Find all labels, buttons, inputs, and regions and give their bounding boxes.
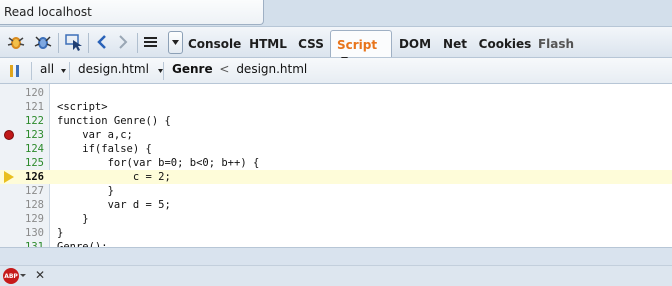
line-number[interactable]: 126: [18, 170, 44, 184]
breakpoint-icon[interactable]: [4, 130, 14, 140]
tab-flash[interactable]: Flash: [536, 30, 576, 57]
close-icon[interactable]: ✕: [35, 268, 45, 282]
line-number[interactable]: 128: [18, 198, 44, 212]
tab-css[interactable]: CSS: [294, 30, 328, 57]
tab-html[interactable]: HTML: [246, 30, 290, 57]
chevron-down-icon[interactable]: [20, 274, 26, 277]
status-bar: ABP ✕: [0, 247, 672, 286]
line-number[interactable]: 131: [18, 240, 44, 247]
file-dropdown[interactable]: design.html: [78, 62, 163, 80]
line-number[interactable]: 124: [18, 142, 44, 156]
filter-dropdown[interactable]: all: [40, 62, 66, 80]
line-number[interactable]: 121: [18, 100, 44, 114]
tab-cookies-label: Cookies: [478, 37, 532, 51]
toolbar-divider: [137, 33, 138, 53]
firebug-icon[interactable]: [6, 32, 26, 52]
tab-net-label: Net: [443, 37, 467, 51]
tab-console-label: Console: [188, 37, 242, 51]
code-text: }: [57, 213, 89, 225]
inspect-bug-icon[interactable]: [33, 32, 53, 52]
tab-dom-label: DOM: [398, 37, 432, 51]
panel-menu-button[interactable]: [168, 31, 183, 54]
close-label: ✕: [35, 268, 46, 282]
tab-flash-label: Flash: [537, 37, 575, 51]
script-subtoolbar: all design.html Genre < design.html: [0, 58, 672, 84]
tab-dom[interactable]: DOM: [396, 30, 434, 57]
list-menu-icon[interactable]: [141, 32, 161, 52]
toolbar-divider: [163, 62, 164, 80]
code-text: if(false) {: [57, 143, 152, 155]
source-view[interactable]: 120 121 <script> 122 function Genre() {123 v…: [0, 84, 672, 247]
code-line[interactable]: 131 Genre();: [0, 240, 672, 247]
code-line[interactable]: 120: [0, 86, 672, 100]
code-text: for(var b=0; b<0; b++) {: [57, 157, 260, 169]
tab-css-label: CSS: [298, 37, 324, 51]
breadcrumb-separator: <: [219, 62, 230, 76]
filter-value: all: [40, 62, 55, 76]
breadcrumb-file[interactable]: design.html: [236, 62, 307, 76]
breadcrumb-function[interactable]: Genre: [172, 62, 213, 76]
code-text: function Genre() {: [57, 115, 171, 127]
code-line[interactable]: 122 function Genre() {: [0, 114, 672, 128]
pointer-select-icon[interactable]: [64, 32, 84, 52]
code-line[interactable]: 126 c = 2;: [0, 170, 672, 184]
chevron-down-icon: [60, 69, 66, 73]
file-value: design.html: [78, 62, 149, 76]
code-text: var d = 5;: [57, 199, 171, 211]
back-arrow-icon[interactable]: [92, 32, 112, 52]
pause-icon[interactable]: [6, 61, 26, 81]
code-line[interactable]: 128 var d = 5;: [0, 198, 672, 212]
line-number[interactable]: 129: [18, 212, 44, 226]
line-number[interactable]: 130: [18, 226, 44, 240]
code-line[interactable]: 127 }: [0, 184, 672, 198]
tab-script-label: Script: [337, 38, 378, 52]
code-text: <script>: [57, 101, 108, 113]
code-text: var a,c;: [57, 129, 133, 141]
code-text: }: [57, 185, 114, 197]
tab-strip: Read localhost: [0, 0, 672, 26]
code-text: }: [57, 227, 64, 239]
line-number[interactable]: 127: [18, 184, 44, 198]
adblock-label: ABP: [4, 272, 18, 280]
line-number[interactable]: 125: [18, 156, 44, 170]
line-number[interactable]: 120: [18, 86, 44, 100]
forward-arrow-icon[interactable]: [113, 32, 133, 52]
code-line[interactable]: 124 if(false) {: [0, 142, 672, 156]
toolbar-divider: [58, 33, 59, 53]
code-line[interactable]: 129 }: [0, 212, 672, 226]
code-text: c = 2;: [57, 171, 171, 183]
tab-script[interactable]: Script: [330, 30, 392, 62]
adblock-plus-icon[interactable]: ABP: [3, 268, 19, 284]
breadcrumb: Genre < design.html: [172, 62, 307, 80]
toolbar-divider: [88, 33, 89, 53]
line-number[interactable]: 123: [18, 128, 44, 142]
tab-html-label: HTML: [249, 37, 287, 51]
tab-console[interactable]: Console: [188, 30, 242, 57]
chevron-down-icon: [172, 40, 179, 45]
tab-net[interactable]: Net: [440, 30, 470, 57]
firebug-toolbar: Console HTML CSS Script DOM Net Cookies …: [0, 26, 672, 62]
execution-pointer-icon: [4, 171, 14, 183]
browser-tab[interactable]: Read localhost: [0, 0, 264, 25]
addon-bar: ABP ✕: [0, 265, 672, 286]
code-line[interactable]: 130}: [0, 226, 672, 240]
code-line[interactable]: 123 var a,c;: [0, 128, 672, 142]
toolbar-divider: [31, 62, 32, 80]
code-line[interactable]: 121 <script>: [0, 100, 672, 114]
tab-cookies[interactable]: Cookies: [477, 30, 533, 57]
code-text: Genre();: [57, 241, 108, 247]
tab-title: Read localhost: [4, 5, 92, 19]
code-line[interactable]: 125 for(var b=0; b<0; b++) {: [0, 156, 672, 170]
line-number[interactable]: 122: [18, 114, 44, 128]
toolbar-divider: [69, 62, 70, 80]
